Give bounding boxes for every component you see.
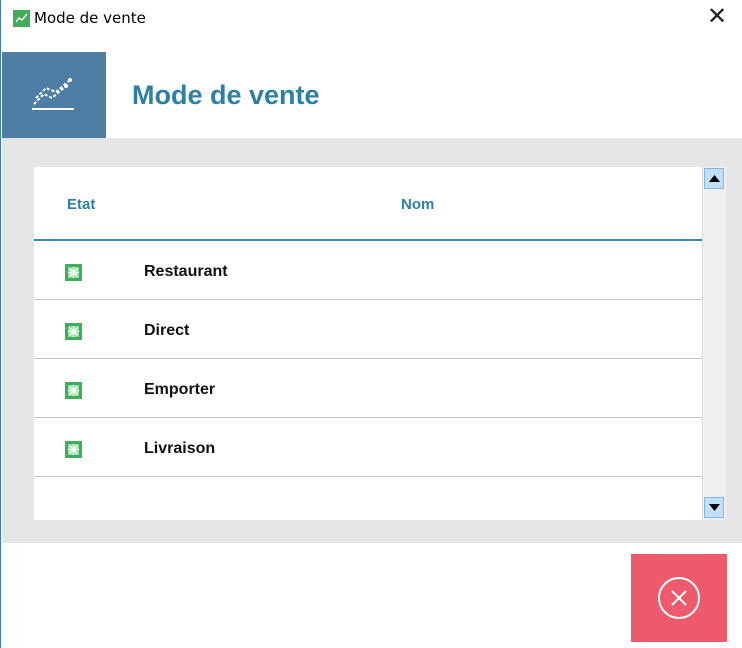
row-name: Emporter (144, 381, 216, 398)
title-bar: Mode de vente ✕ (1, 0, 742, 36)
window: Mode de vente ✕ Mode de vente Etat Nom R… (0, 0, 742, 648)
arrow-down-icon (709, 504, 720, 511)
arrow-up-icon (709, 175, 720, 182)
table-row[interactable]: Livraison (34, 418, 702, 477)
row-name: Direct (144, 322, 190, 339)
cancel-button[interactable] (631, 554, 727, 642)
cancel-circle-icon (658, 577, 700, 619)
active-status-icon (65, 264, 82, 281)
app-chart-icon (13, 10, 30, 27)
table-row[interactable]: Restaurant (34, 241, 702, 300)
chart-line-icon (32, 78, 74, 110)
table-row[interactable]: Direct (34, 300, 702, 359)
row-name: Livraison (144, 440, 216, 457)
active-status-icon (65, 441, 82, 458)
table-row[interactable]: Emporter (34, 359, 702, 418)
active-status-icon (65, 382, 82, 399)
page-title: Mode de vente (132, 80, 320, 110)
active-status-icon (65, 323, 82, 340)
row-name: Restaurant (144, 263, 228, 280)
scroll-down-button[interactable] (704, 497, 724, 518)
close-icon[interactable]: ✕ (706, 4, 728, 28)
header-icon-tile (2, 52, 106, 138)
vertical-scrollbar[interactable] (702, 167, 726, 520)
scroll-up-button[interactable] (704, 168, 724, 189)
window-title: Mode de vente (34, 9, 146, 27)
column-header-etat[interactable]: Etat (67, 196, 95, 213)
column-header-nom[interactable]: Nom (401, 196, 434, 213)
